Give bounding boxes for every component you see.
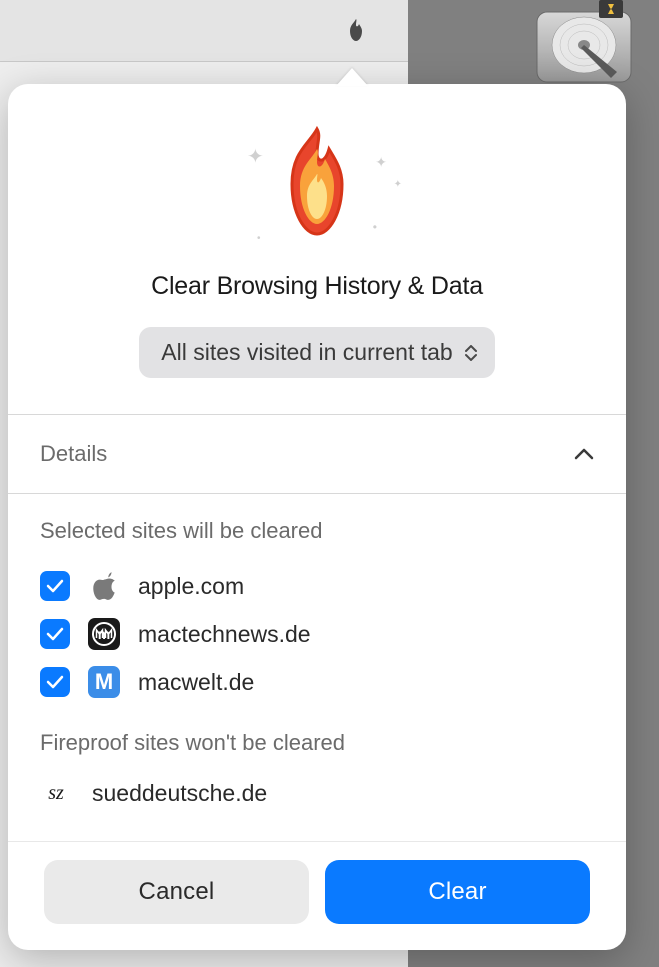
scope-dropdown[interactable]: All sites visited in current tab (139, 327, 494, 378)
site-row: apple.com (40, 562, 594, 610)
fire-illustration: ✦ ✦ • ✦ • (227, 124, 407, 254)
site-domain: mactechnews.de (138, 621, 311, 648)
site-row: m mactechnews.de (40, 610, 594, 658)
site-row: M macwelt.de (40, 658, 594, 706)
selected-sites-label: Selected sites will be cleared (40, 518, 594, 544)
site-checkbox[interactable] (40, 619, 70, 649)
details-toggle[interactable]: Details (8, 415, 626, 493)
checkmark-icon (46, 675, 64, 689)
sparkle-icon: • (373, 220, 377, 234)
sparkle-icon: ✦ (375, 154, 387, 171)
sparkle-icon: ✦ (394, 179, 402, 190)
site-domain: apple.com (138, 573, 244, 600)
sparkle-icon: ✦ (247, 144, 264, 169)
clear-data-popup: ✦ ✦ • ✦ • Clear Browsing History & Data … (8, 84, 626, 950)
apple-favicon-icon (88, 570, 120, 602)
sparkle-icon: • (257, 233, 261, 244)
svg-text:m: m (98, 626, 110, 642)
sites-section: Selected sites will be cleared apple.com (8, 494, 626, 841)
details-label: Details (40, 441, 107, 467)
fire-icon (344, 17, 368, 45)
checkmark-icon (46, 579, 64, 593)
mactechnews-favicon-icon: m (88, 618, 120, 650)
popup-hero: ✦ ✦ • ✦ • Clear Browsing History & Data … (8, 84, 626, 414)
dropdown-selected-text: All sites visited in current tab (161, 339, 452, 366)
fireproof-row: sz sueddeutsche.de (40, 774, 594, 813)
sueddeutsche-favicon-icon: sz (40, 782, 72, 805)
fire-button[interactable] (342, 17, 370, 45)
checkmark-icon (46, 627, 64, 641)
popup-pointer (336, 68, 368, 86)
clear-button[interactable]: Clear (325, 860, 590, 924)
popup-title: Clear Browsing History & Data (28, 272, 606, 301)
updown-chevron-icon (465, 345, 477, 361)
toolbar (0, 0, 408, 62)
action-buttons: Cancel Clear (8, 841, 626, 950)
site-checkbox[interactable] (40, 667, 70, 697)
chevron-up-icon (574, 447, 594, 461)
cancel-button[interactable]: Cancel (44, 860, 309, 924)
fireproof-label: Fireproof sites won't be cleared (40, 730, 594, 756)
macwelt-favicon-icon: M (88, 666, 120, 698)
site-checkbox[interactable] (40, 571, 70, 601)
site-domain: sueddeutsche.de (92, 780, 267, 807)
fireproof-section: Fireproof sites won't be cleared sz sued… (40, 730, 594, 813)
site-domain: macwelt.de (138, 669, 254, 696)
disk-drive-icon[interactable] (529, 0, 639, 90)
